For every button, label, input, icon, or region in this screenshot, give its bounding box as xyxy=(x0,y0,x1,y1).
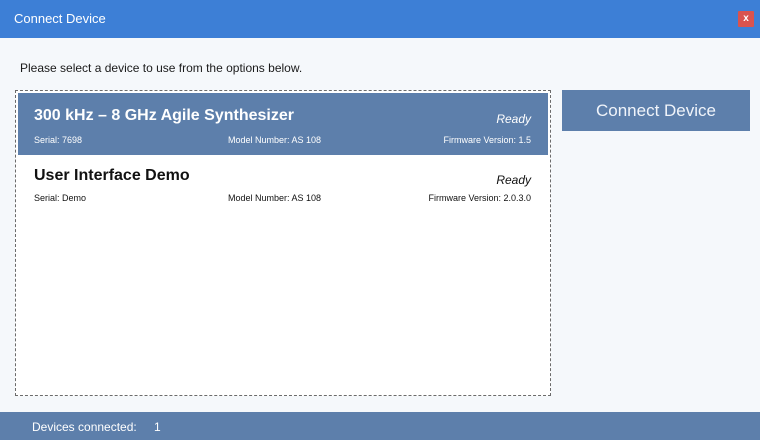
close-icon: x xyxy=(743,13,749,24)
instruction-text: Please select a device to use from the o… xyxy=(20,61,303,75)
device-item-demo[interactable]: User Interface Demo Ready Serial: Demo M… xyxy=(18,155,548,217)
devices-connected-count: 1 xyxy=(154,420,161,434)
title-bar: Connect Device x xyxy=(0,0,760,38)
device-model: Model Number: AS 108 xyxy=(228,193,322,203)
devices-connected-label: Devices connected: xyxy=(32,420,137,434)
device-serial: Serial: Demo xyxy=(34,193,87,203)
device-status: Ready xyxy=(496,112,531,126)
connect-device-window: Connect Device x Please select a device … xyxy=(0,0,760,440)
device-name: 300 kHz – 8 GHz Agile Synthesizer xyxy=(34,107,294,124)
window-title: Connect Device xyxy=(14,11,106,26)
close-button[interactable]: x xyxy=(738,11,754,27)
device-name: User Interface Demo xyxy=(34,167,190,184)
device-firmware: Firmware Version: 2.0.3.0 xyxy=(428,193,531,203)
device-item-synthesizer[interactable]: 300 kHz – 8 GHz Agile Synthesizer Ready … xyxy=(18,93,548,155)
device-status: Ready xyxy=(496,173,531,187)
device-model: Model Number: AS 108 xyxy=(228,135,322,145)
device-list[interactable]: 300 kHz – 8 GHz Agile Synthesizer Ready … xyxy=(15,90,551,396)
device-serial: Serial: 7698 xyxy=(34,135,83,145)
device-firmware: Firmware Version: 1.5 xyxy=(443,135,531,145)
status-bar: Devices connected: 1 xyxy=(0,412,760,440)
connect-device-button[interactable]: Connect Device xyxy=(562,90,750,131)
